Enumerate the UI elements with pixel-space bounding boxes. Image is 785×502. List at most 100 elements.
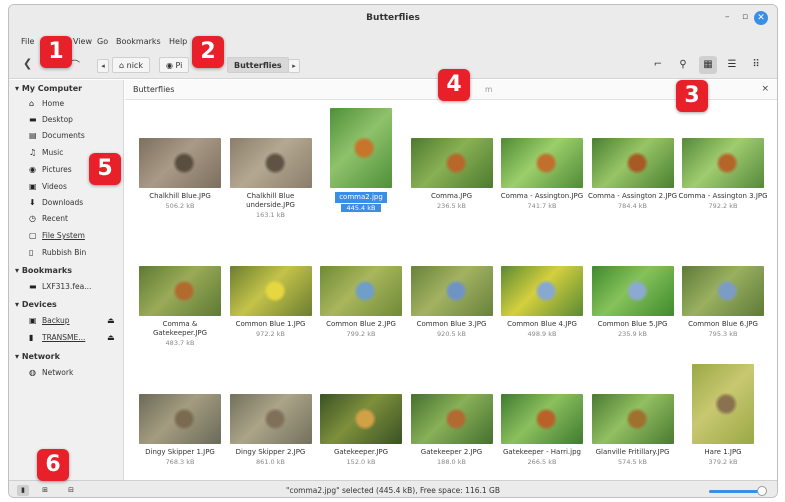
file-thumbnail xyxy=(501,266,583,316)
eject-icon[interactable]: ⏏ xyxy=(107,316,115,325)
file-item[interactable]: Comma & Gatekeeper.JPG 483.7 kB xyxy=(135,266,225,347)
file-item[interactable]: Common Blue 4.JPG 498.9 kB xyxy=(497,266,587,338)
search-hint: m xyxy=(485,85,493,94)
file-name: Comma - Assington 3.JPG xyxy=(678,192,768,200)
menu-help[interactable]: Help xyxy=(169,37,187,46)
sidebar-item-recent[interactable]: ◷ Recent xyxy=(29,214,68,223)
list-view-button[interactable]: ☰ xyxy=(723,56,741,74)
file-item[interactable]: Common Blue 2.JPG 799.2 kB xyxy=(316,266,406,338)
file-size: 784.4 kB xyxy=(618,202,647,210)
close-icon[interactable]: × xyxy=(761,84,769,94)
breadcrumb-home[interactable]: ⌂ nick xyxy=(112,57,150,73)
zoom-slider-handle[interactable] xyxy=(757,486,767,496)
menu-go[interactable]: Go xyxy=(97,37,108,46)
sidebar-item-downloads[interactable]: ⬇ Downloads xyxy=(29,198,83,207)
file-item[interactable]: Gatekeeper 2.JPG 188.0 kB xyxy=(407,394,497,466)
file-name: Gatekeeper.JPG xyxy=(333,448,389,456)
sidebar-item-music[interactable]: ♫ Music xyxy=(29,148,63,157)
file-size: 236.5 kB xyxy=(437,202,466,210)
toolbar: ❮ ⌒ ◂ ⌂ nick ◉ Pi Butterflies ▸ ⌐ ⚲ ▦ ☰ … xyxy=(9,51,777,79)
file-item[interactable]: Glanville Fritillary.JPG 574.5 kB xyxy=(588,394,678,466)
back-button[interactable]: ❮ xyxy=(23,57,32,70)
drive-icon: ▣ xyxy=(29,316,37,325)
maximize-button[interactable]: ▫ xyxy=(742,12,748,22)
annotation-badge-5: 5 xyxy=(89,153,121,185)
icon-view-button[interactable]: ▦ xyxy=(699,56,717,74)
section-bookmarks[interactable]: ▾ Bookmarks xyxy=(15,266,72,275)
file-item[interactable]: Comma - Assington 2.JPG 784.4 kB xyxy=(588,138,678,210)
sidebar-item-bookmark[interactable]: ▬ LXF313.fea... xyxy=(29,282,91,291)
breadcrumb-butterflies[interactable]: Butterflies xyxy=(227,57,289,73)
sidebar-item-home[interactable]: ⌂ Home xyxy=(29,99,64,108)
file-item[interactable]: Comma - Assington 3.JPG 792.2 kB xyxy=(678,138,768,210)
file-name: Chalkhill Blue.JPG xyxy=(149,192,211,200)
file-item[interactable]: Common Blue 3.JPG 920.5 kB xyxy=(407,266,497,338)
file-item[interactable]: comma2.jpg 445.4 kB xyxy=(316,108,406,212)
sidebar-item-network[interactable]: ◍ Network xyxy=(29,368,73,377)
file-item[interactable]: Common Blue 1.JPG 972.2 kB xyxy=(226,266,316,338)
file-name: Dingy Skipper 1.JPG xyxy=(145,448,215,456)
usb-icon: ▮ xyxy=(29,333,34,342)
menu-file[interactable]: File xyxy=(21,37,34,46)
annotation-badge-3: 3 xyxy=(676,80,708,112)
eject-icon[interactable]: ⏏ xyxy=(107,333,115,342)
file-item[interactable]: Common Blue 5.JPG 235.9 kB xyxy=(588,266,678,338)
section-devices[interactable]: ▾ Devices xyxy=(15,300,57,309)
desktop-icon: ▬ xyxy=(29,115,37,124)
title-bar: Butterflies – ▫ ✕ xyxy=(9,5,777,33)
search-icon[interactable]: ⚲ xyxy=(674,56,692,74)
file-item[interactable]: Common Blue 6.JPG 795.3 kB xyxy=(678,266,768,338)
file-item[interactable]: Comma - Assington.JPG 741.7 kB xyxy=(497,138,587,210)
video-icon: ▣ xyxy=(29,182,37,191)
camera-icon: ◉ xyxy=(29,165,36,174)
file-thumbnail xyxy=(410,138,493,188)
close-button[interactable]: ✕ xyxy=(754,11,768,25)
file-item[interactable]: Gatekeeper - Harri.jpg 266.5 kB xyxy=(497,394,587,466)
file-item[interactable]: Gatekeeper.JPG 152.0 kB xyxy=(316,394,406,466)
file-thumbnail xyxy=(320,266,402,316)
file-name: Common Blue 5.JPG xyxy=(597,320,668,328)
sidebar-item-videos[interactable]: ▣ Videos xyxy=(29,182,67,191)
file-name: Comma.JPG xyxy=(430,192,473,200)
menu-bookmarks[interactable]: Bookmarks xyxy=(116,37,161,46)
file-size: 768.3 kB xyxy=(165,458,195,466)
breadcrumb-pictures[interactable]: ◉ Pi xyxy=(159,57,190,73)
file-size: 163.1 kB xyxy=(256,211,285,219)
sidebar-item-file-system[interactable]: ▢ File System xyxy=(29,231,85,240)
minimize-button[interactable]: – xyxy=(725,12,730,22)
file-size: 795.3 kB xyxy=(708,330,738,338)
file-item[interactable]: Dingy Skipper 1.JPG 768.3 kB xyxy=(135,394,225,466)
file-item[interactable]: Comma.JPG 236.5 kB xyxy=(407,138,497,210)
home-icon: ⌂ xyxy=(119,61,127,70)
file-size: 152.0 kB xyxy=(346,458,376,466)
file-thumbnail xyxy=(410,266,493,316)
sidebar-item-transme[interactable]: ▮ TRANSME... xyxy=(29,333,85,342)
sidebar-item-desktop[interactable]: ▬ Desktop xyxy=(29,115,73,124)
file-item[interactable]: Chalkhill Blue underside.JPG 163.1 kB xyxy=(226,138,316,219)
section-my-computer[interactable]: ▾ My Computer xyxy=(15,84,82,93)
sidebar-item-rubbish-bin[interactable]: ▯ Rubbish Bin xyxy=(29,248,86,257)
compact-view-button[interactable]: ⠿ xyxy=(747,56,765,74)
menu-view[interactable]: View xyxy=(73,37,92,46)
sidebar-item-pictures[interactable]: ◉ Pictures xyxy=(29,165,72,174)
file-size: 741.7 kB xyxy=(527,202,557,210)
download-icon: ⬇ xyxy=(29,198,36,207)
terminal-icon[interactable]: ⌐ xyxy=(649,56,667,74)
breadcrumb-right-arrow[interactable]: ▸ xyxy=(288,59,300,73)
sidebar-item-documents[interactable]: ▤ Documents xyxy=(29,131,85,140)
file-thumbnail xyxy=(229,138,312,188)
sidebar-item-backup[interactable]: ▣ Backup xyxy=(29,316,70,325)
annotation-badge-4: 4 xyxy=(438,69,470,101)
file-thumbnail xyxy=(139,138,221,188)
file-item[interactable]: Hare 1.JPG 379.2 kB xyxy=(678,364,768,466)
file-thumbnail xyxy=(591,266,674,316)
file-thumbnail xyxy=(591,394,674,444)
file-item[interactable]: Dingy Skipper 2.JPG 861.0 kB xyxy=(226,394,316,466)
file-thumbnail xyxy=(229,266,312,316)
file-name: Gatekeeper 2.JPG xyxy=(420,448,483,456)
file-item[interactable]: Chalkhill Blue.JPG 506.2 kB xyxy=(135,138,225,210)
file-name: Common Blue 6.JPG xyxy=(688,320,758,328)
zoom-slider[interactable] xyxy=(709,490,761,493)
section-network[interactable]: ▾ Network xyxy=(15,352,60,361)
breadcrumb-left-arrow[interactable]: ◂ xyxy=(97,59,109,73)
